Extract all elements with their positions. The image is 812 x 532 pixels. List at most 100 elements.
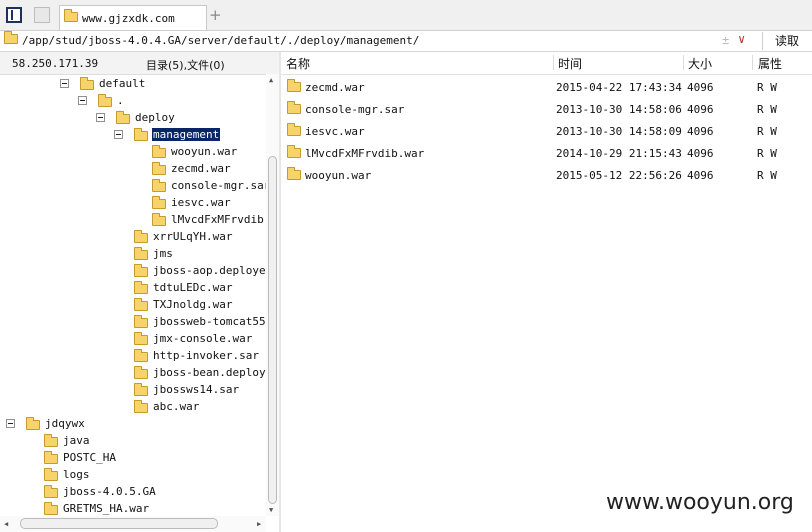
tree-item[interactable]: default <box>0 76 266 93</box>
file-time: 2013-10-30 14:58:06 <box>556 103 682 116</box>
folder-icon <box>287 101 301 114</box>
col-name[interactable]: 名称 <box>286 55 310 72</box>
scroll-thumb[interactable] <box>20 518 218 529</box>
tree-item-label[interactable]: jboss-4.0.5.GA <box>62 485 157 498</box>
tree-item[interactable]: logs <box>0 467 266 484</box>
collapse-icon[interactable] <box>114 130 123 139</box>
tree-item-label[interactable]: deploy <box>134 111 176 124</box>
tree-item-label[interactable]: xrrULqYH.war <box>152 230 233 243</box>
tree-item-label[interactable]: jmx-console.war <box>152 332 253 345</box>
folder-icon <box>287 167 301 180</box>
folder-icon <box>152 196 166 209</box>
tree-item-label[interactable]: jboss-bean.deployer <box>152 366 266 379</box>
tree-item-label[interactable]: lMvcdFxMFrvdib.war <box>170 213 266 226</box>
tree-item-label[interactable]: jms <box>152 247 174 260</box>
tree-item-label[interactable]: java <box>62 434 91 447</box>
tree-item[interactable]: jms <box>0 246 266 263</box>
scroll-right-icon[interactable]: ▶ <box>257 520 261 528</box>
tree-item-label[interactable]: wooyun.war <box>170 145 238 158</box>
path-input[interactable]: /app/stud/jboss-4.0.4.GA/server/default/… <box>22 34 419 47</box>
file-row[interactable]: iesvc.war 2013-10-30 14:58:09 4096 R W <box>281 120 812 142</box>
folder-icon <box>116 111 130 124</box>
tree-item[interactable]: java <box>0 433 266 450</box>
tree-item[interactable]: jmx-console.war <box>0 331 266 348</box>
scroll-left-icon[interactable]: ◀ <box>4 520 8 528</box>
tree-item[interactable]: GRETMS_HA.war <box>0 501 266 516</box>
file-name: wooyun.war <box>305 169 372 182</box>
tree-item[interactable]: console-mgr.sar <box>0 178 266 195</box>
tree-item[interactable]: TXJnoldg.war <box>0 297 266 314</box>
tree-item[interactable]: iesvc.war <box>0 195 266 212</box>
file-name: iesvc.war <box>305 125 365 138</box>
tree-item-label[interactable]: tdtuLEDc.war <box>152 281 233 294</box>
tree-item[interactable]: http-invoker.sar <box>0 348 266 365</box>
scroll-up-icon[interactable]: ▲ <box>269 76 273 84</box>
tree-item-label[interactable]: . <box>116 94 125 107</box>
tree-item-label[interactable]: jboss-aop.deployer <box>152 264 266 277</box>
tree-item[interactable]: jboss-4.0.5.GA <box>0 484 266 501</box>
browser-tab[interactable]: www.gjzxdk.com <box>59 5 207 30</box>
tree-item-label[interactable]: TXJnoldg.war <box>152 298 233 311</box>
address-bar: /app/stud/jboss-4.0.4.GA/server/default/… <box>0 31 812 52</box>
tree-item[interactable]: jboss-bean.deployer <box>0 365 266 382</box>
collapse-icon[interactable] <box>96 113 105 122</box>
chevron-down-icon[interactable]: ∨ <box>738 32 745 46</box>
tree-item-label[interactable]: POSTC_HA <box>62 451 117 464</box>
tree-item[interactable]: . <box>0 93 266 110</box>
tree-item[interactable]: xrrULqYH.war <box>0 229 266 246</box>
plus-icon[interactable]: + <box>209 6 222 24</box>
tree-item[interactable]: wooyun.war <box>0 144 266 161</box>
folder-icon <box>287 79 301 92</box>
col-size[interactable]: 大小 <box>688 55 712 72</box>
tree-item-label[interactable]: jbossweb-tomcat55.sar <box>152 315 266 328</box>
tree-vertical-scrollbar[interactable]: ▲ ▼ <box>266 74 279 516</box>
tree-item[interactable]: POSTC_HA <box>0 450 266 467</box>
tree-item[interactable]: jboss-aop.deployer <box>0 263 266 280</box>
tree-item[interactable]: deploy <box>0 110 266 127</box>
tree-item-label[interactable]: iesvc.war <box>170 196 232 209</box>
folder-icon <box>152 145 166 158</box>
tree-item-label[interactable]: jbossws14.sar <box>152 383 240 396</box>
tree-item[interactable]: zecmd.war <box>0 161 266 178</box>
tree-horizontal-scrollbar[interactable]: ◀ ▶ <box>0 516 266 532</box>
tree-item[interactable]: jdqywx <box>0 416 266 433</box>
scroll-thumb[interactable] <box>268 156 277 504</box>
tree-item-label[interactable]: http-invoker.sar <box>152 349 260 362</box>
folder-icon <box>134 264 148 277</box>
panel-toggle-icon[interactable] <box>6 7 22 23</box>
file-row[interactable]: wooyun.war 2015-05-12 22:56:26 4096 R W <box>281 164 812 186</box>
column-separator[interactable] <box>553 55 554 70</box>
col-attr[interactable]: 属性 <box>758 55 782 72</box>
column-separator[interactable] <box>683 55 684 70</box>
tree-item[interactable]: jbossws14.sar <box>0 382 266 399</box>
host-ip: 58.250.171.39 <box>12 57 99 70</box>
collapse-icon[interactable] <box>60 79 69 88</box>
collapse-icon[interactable] <box>6 419 15 428</box>
tree-item-label[interactable]: management <box>152 128 221 141</box>
folder-icon <box>134 332 148 345</box>
tree-item[interactable]: lMvcdFxMFrvdib.war <box>0 212 266 229</box>
tree-item[interactable]: management <box>0 127 266 144</box>
tree-item-label[interactable]: console-mgr.sar <box>170 179 266 192</box>
file-row[interactable]: zecmd.war 2015-04-22 17:43:34 4096 R W <box>281 76 812 98</box>
tree-item-label[interactable]: GRETMS_HA.war <box>62 502 150 515</box>
file-row[interactable]: console-mgr.sar 2013-10-30 14:58:06 4096 R … <box>281 98 812 120</box>
collapse-icon[interactable] <box>78 96 87 105</box>
dir-file-counts: 目录(5),文件(0) <box>146 59 225 72</box>
tree-item[interactable]: tdtuLEDc.war <box>0 280 266 297</box>
column-separator[interactable] <box>752 55 753 70</box>
tree-item-label[interactable]: default <box>98 77 146 90</box>
scroll-down-icon[interactable]: ▼ <box>269 506 273 514</box>
tree-item-label[interactable]: jdqywx <box>44 417 86 430</box>
blank-tab-icon[interactable] <box>34 7 50 23</box>
tree-item-label[interactable]: abc.war <box>152 400 200 413</box>
file-row[interactable]: lMvcdFxMFrvdib.war 2014-10-29 21:15:43 409… <box>281 142 812 164</box>
tree-item-label[interactable]: zecmd.war <box>170 162 232 175</box>
file-size: 4096 <box>687 147 714 160</box>
tree-item-label[interactable]: logs <box>62 468 91 481</box>
read-button[interactable]: 读取 <box>762 32 811 50</box>
tree-item[interactable]: jbossweb-tomcat55.sar <box>0 314 266 331</box>
tree-item[interactable]: abc.war <box>0 399 266 416</box>
up-icon[interactable]: ± <box>722 33 729 47</box>
col-time[interactable]: 时间 <box>558 55 582 72</box>
